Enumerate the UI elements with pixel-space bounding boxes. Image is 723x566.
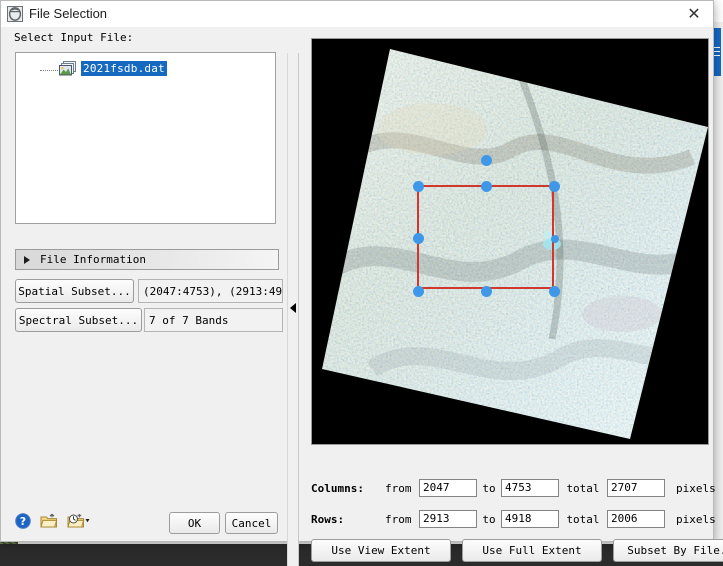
rows-from-label: from xyxy=(385,512,412,526)
chevron-right-icon xyxy=(24,255,30,264)
svg-text:?: ? xyxy=(20,515,26,528)
columns-total-label: total xyxy=(566,481,600,495)
handle-bottom-center[interactable] xyxy=(481,286,492,297)
file-information-header[interactable]: File Information xyxy=(15,249,279,270)
subset-by-file-button[interactable]: Subset By File... xyxy=(613,539,723,562)
columns-label: Columns: xyxy=(311,481,364,495)
dialog-body: Select Input File: 2021fsdb.dat File Inf… xyxy=(1,27,723,566)
spectral-subset-button[interactable]: Spectral Subset... xyxy=(15,308,142,332)
rows-total-input[interactable] xyxy=(607,510,665,528)
handle-top-left[interactable] xyxy=(413,181,424,192)
handle-bottom-left[interactable] xyxy=(413,286,424,297)
rows-total-label: total xyxy=(566,512,600,526)
tree-connector-line xyxy=(40,70,58,72)
list-item[interactable]: 2021fsdb.dat xyxy=(40,60,167,76)
select-input-file-label: Select Input File: xyxy=(14,31,134,44)
ok-button[interactable]: OK xyxy=(169,512,220,534)
file-selection-dialog: File Selection ✕ Select Input File: 2021… xyxy=(0,0,723,566)
handle-rotate[interactable] xyxy=(481,155,492,166)
cancel-button[interactable]: Cancel xyxy=(225,512,278,534)
rows-from-input[interactable] xyxy=(419,510,477,528)
spatial-subset-button[interactable]: Spatial Subset... xyxy=(15,279,134,303)
handle-top-center[interactable] xyxy=(481,181,492,192)
columns-extent-row: Columns: from to total pixels xyxy=(311,477,716,499)
recent-files-icon[interactable] xyxy=(67,513,91,532)
handle-middle-left[interactable] xyxy=(413,233,424,244)
collapse-left-arrow-icon[interactable] xyxy=(290,303,296,313)
open-folder-icon[interactable] xyxy=(40,513,58,532)
file-tree[interactable]: 2021fsdb.dat xyxy=(15,52,276,224)
rows-to-input[interactable] xyxy=(501,510,559,528)
use-view-extent-button[interactable]: Use View Extent xyxy=(311,539,451,562)
image-stack-icon xyxy=(59,60,77,76)
rows-extent-row: Rows: from to total pixels xyxy=(311,508,716,530)
extent-button-group: Use View Extent Use Full Extent Subset B… xyxy=(311,539,723,562)
columns-units-label: pixels xyxy=(676,481,716,495)
rows-label: Rows: xyxy=(311,512,345,526)
file-information-label: File Information xyxy=(40,253,146,266)
handle-middle-right[interactable] xyxy=(551,235,559,243)
list-item-label: 2021fsdb.dat xyxy=(81,60,167,76)
rows-to-label: to xyxy=(482,512,496,526)
rows-units-label: pixels xyxy=(676,512,716,526)
columns-from-input[interactable] xyxy=(419,479,477,497)
footer-icon-group: ? xyxy=(15,511,91,533)
columns-to-label: to xyxy=(482,481,496,495)
columns-to-input[interactable] xyxy=(501,479,559,497)
handle-bottom-right[interactable] xyxy=(549,286,560,297)
use-full-extent-button[interactable]: Use Full Extent xyxy=(462,539,602,562)
columns-from-label: from xyxy=(385,481,412,495)
columns-total-input[interactable] xyxy=(607,479,665,497)
handle-top-right[interactable] xyxy=(549,181,560,192)
help-icon[interactable]: ? xyxy=(15,512,31,532)
panel-splitter[interactable] xyxy=(287,53,299,566)
spatial-subset-value: (2047:4753), (2913:4918) xyxy=(138,279,283,303)
spatial-subset-selection[interactable] xyxy=(413,155,560,297)
dialog-title: File Selection xyxy=(29,6,108,21)
satellite-image-preview[interactable] xyxy=(311,38,709,445)
spectral-subset-value: 7 of 7 Bands xyxy=(144,308,283,332)
dialog-titlebar[interactable]: File Selection ✕ xyxy=(1,1,713,28)
app-window-icon xyxy=(7,6,23,22)
close-icon[interactable]: ✕ xyxy=(683,4,705,24)
